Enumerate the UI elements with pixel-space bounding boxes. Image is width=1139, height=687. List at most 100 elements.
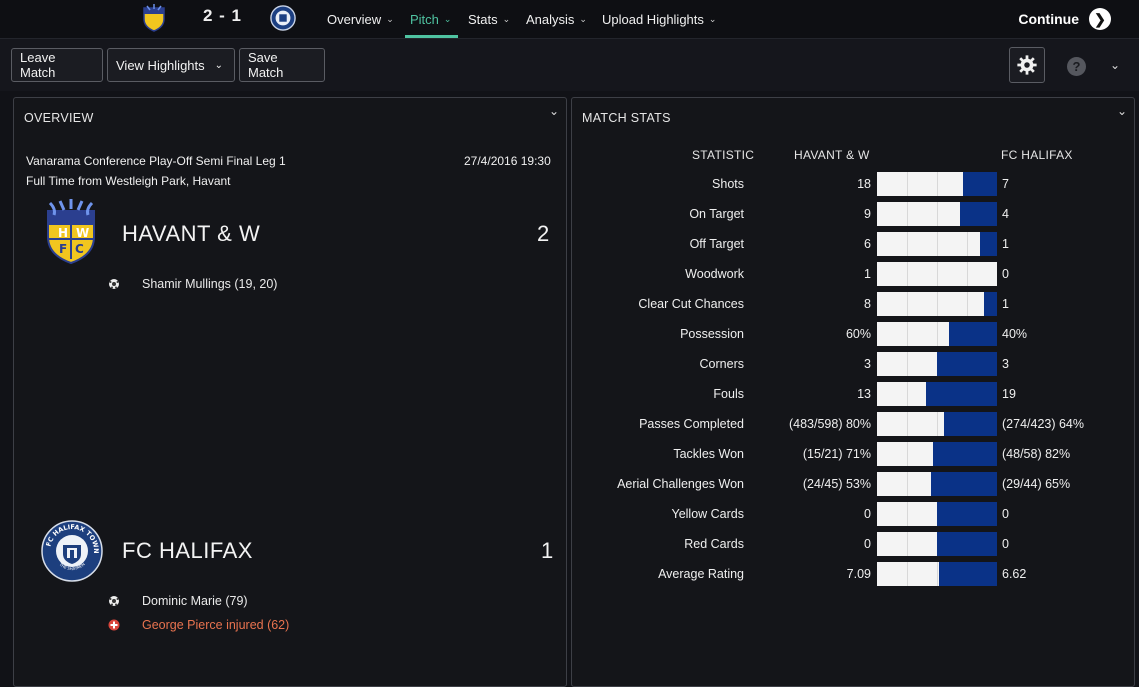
view-highlights-label: View Highlights [116,57,205,73]
chevron-down-icon: ⌄ [502,13,511,24]
leave-match-button[interactable]: Leave Match [11,48,103,82]
stat-row: Yellow Cards 0 0 [572,502,1132,526]
bar-gridline [967,262,968,286]
stat-row: Clear Cut Chances 8 1 [572,292,1132,316]
stat-away-value: 19 [1002,387,1016,401]
stat-away-share-fill [933,442,997,466]
tab-analysis-label: Analysis [526,11,575,27]
continue-button[interactable]: Continue ❯ [1018,0,1111,38]
away-team-goals: 1 [541,538,554,563]
stat-home-value: 3 [864,357,871,371]
stat-label: Aerial Challenges Won [617,477,744,491]
toolbar-menu-chevron-icon[interactable]: ⌄ [1110,58,1120,72]
home-team-goals: 2 [537,221,550,246]
bar-gridline [907,322,908,346]
tab-pitch[interactable]: Pitch ⌄ [410,0,451,38]
tab-pitch-label: Pitch [410,11,439,27]
bar-gridline [937,172,938,196]
stat-away-share-fill [963,172,997,196]
tab-overview-label: Overview [327,11,382,27]
tab-upload-highlights[interactable]: Upload Highlights ⌄ [602,0,716,38]
bar-gridline [937,202,938,226]
stat-away-value: (274/423) 64% [1002,417,1085,431]
tab-upload-highlights-label: Upload Highlights [602,11,704,27]
bar-gridline [907,472,908,496]
stat-home-value: 8 [864,297,871,311]
toolbar: Leave Match View Highlights ⌄ Save Match [0,38,1139,91]
collapse-chevron-icon[interactable]: ⌄ [549,104,559,118]
tab-analysis[interactable]: Analysis ⌄ [526,0,587,38]
stat-row: On Target 9 4 [572,202,1132,226]
stat-label: On Target [689,207,744,221]
match-datetime: 27/4/2016 19:30 [464,154,551,168]
stat-row: Fouls 13 19 [572,382,1132,406]
stat-label: Red Cards [684,537,744,551]
stat-away-value: 40% [1002,327,1028,341]
stat-row: Corners 3 3 [572,352,1132,376]
event-text: Dominic Marie (79) [142,594,248,608]
stat-away-share-fill [937,352,997,376]
stat-away-value: 0 [1002,507,1009,521]
bar-gridline [907,502,908,526]
gear-icon [1017,55,1037,75]
stat-comparison-bar [877,382,997,406]
top-bar: 2 - 1 Overview ⌄ Pitch ⌄ Stats ⌄ Analysis ⌄ … [0,0,1139,38]
stat-comparison-bar [877,472,997,496]
chevron-down-icon: ⌄ [214,59,224,71]
stat-home-value: 9 [864,207,871,221]
stat-comparison-bar [877,232,997,256]
stat-away-value: 4 [1002,207,1009,221]
stats-header-away: FC HALIFAX [1001,148,1073,162]
stat-row: Tackles Won (15/21) 71% (48/58) 82% [572,442,1132,466]
home-team-name: HAVANT & W [122,221,261,246]
football-icon [108,278,120,290]
stat-away-share-fill [926,382,997,406]
chevron-down-icon: ⌄ [386,13,394,24]
stat-label: Average Rating [658,567,744,581]
event-text: George Pierce injured (62) [142,618,290,632]
bar-gridline [907,562,908,586]
event-text: Shamir Mullings (19, 20) [142,277,278,291]
stat-row: Woodwork 1 0 [572,262,1132,286]
match-score: 2 - 1 [203,6,243,25]
stat-away-share-fill [949,322,997,346]
stat-home-value: 7.09 [846,567,871,581]
collapse-chevron-icon[interactable]: ⌄ [1117,104,1127,118]
stat-comparison-bar [877,292,997,316]
stat-away-value: 1 [1002,297,1009,311]
home-crest-small-icon [143,4,165,32]
stat-away-value: (29/44) 65% [1002,477,1071,491]
stat-home-value: 0 [864,537,871,551]
stat-comparison-bar [877,172,997,196]
match-stats-title: MATCH STATS [582,111,671,125]
stat-label: Passes Completed [639,417,744,431]
save-match-button[interactable]: Save Match [239,48,325,82]
stat-label: Shots [712,177,744,191]
stat-row: Passes Completed (483/598) 80% (274/423) 6… [572,412,1132,436]
stat-home-value: (24/45) 53% [802,477,871,491]
bar-gridline [937,262,938,286]
help-button[interactable]: ? [1067,57,1086,76]
away-team-name: FC HALIFAX [122,538,253,563]
bar-gridline [907,412,908,436]
tab-stats-label: Stats [468,11,498,27]
bar-gridline [907,532,908,556]
stat-home-value: 0 [864,507,871,521]
stat-home-value: 60% [845,327,871,341]
chevron-down-icon: ⌄ [579,13,587,24]
bar-gridline [937,562,938,586]
tab-stats[interactable]: Stats ⌄ [468,0,510,38]
home-goal-event: Shamir Mullings (19, 20) [108,277,277,291]
stat-label: Fouls [713,387,744,401]
stat-away-share-fill [960,202,997,226]
chevron-down-icon: ⌄ [443,13,452,24]
settings-button[interactable] [1009,47,1045,83]
stat-label: Corners [699,357,744,371]
arrow-right-icon: ❯ [1089,8,1111,30]
chevron-down-icon: ⌄ [708,13,717,24]
stat-comparison-bar [877,322,997,346]
bar-gridline [907,442,908,466]
stat-away-value: 0 [1002,537,1009,551]
view-highlights-button[interactable]: View Highlights ⌄ [107,48,235,82]
tab-overview[interactable]: Overview ⌄ [327,0,394,38]
